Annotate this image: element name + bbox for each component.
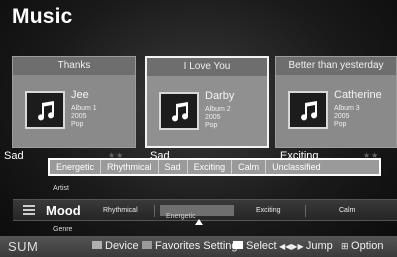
sum-label: SUM [8,239,39,254]
option-hint[interactable]: ⊞ Option [341,240,383,252]
mood-option[interactable]: Energetic [50,160,102,174]
music-note-icon [25,91,65,129]
jump-hint[interactable]: ◀◀▶▶ Jump [279,240,333,252]
list-icon [23,205,35,217]
category-genre[interactable]: Genre [53,226,72,233]
mood-filter-item[interactable]: Calm [339,207,355,214]
mood-option[interactable]: Exciting [188,160,233,174]
divider [154,205,155,217]
favorites-hint[interactable]: Favorites Setting [142,240,238,252]
category-mood: Mood [46,203,81,218]
mood-filter-selected[interactable]: Energetic [160,205,234,220]
song-meta: Album 3 2005 Pop [334,105,360,128]
music-note-icon [288,91,328,129]
music-note-icon [159,92,199,130]
rewind-forward-icon: ◀◀▶▶ [279,242,306,251]
footer-bar: SUM Device Favorites Setting Select ◀◀▶▶… [0,236,397,257]
green-key-icon [142,241,152,249]
music-card[interactable]: Better than yesterday Catherine Album 3 … [275,56,397,148]
red-key-icon [92,241,102,249]
mood-option[interactable]: Sad [159,160,188,174]
enter-key-icon [233,241,243,249]
song-meta: Album 1 2005 Pop [71,105,97,128]
mood-option[interactable]: Unclassified [266,160,327,174]
category-artist[interactable]: Artist [53,185,69,192]
mood-option[interactable]: Rhythmical [101,160,159,174]
select-hint[interactable]: Select [233,240,277,252]
song-title: Better than yesterday [276,57,396,75]
music-card-selected[interactable]: I Love You Darby Album 2 2005 Pop [145,56,269,148]
song-meta: Album 2 2005 Pop [205,106,231,129]
artist-name: Darby [205,90,235,102]
artist-name: Catherine [334,89,382,101]
song-title: I Love You [147,58,267,76]
mood-category-bar[interactable]: Mood Rhythmical Energetic Exciting Calm [13,199,397,221]
device-hint[interactable]: Device [92,240,139,252]
mood-option[interactable]: Calm [232,160,267,174]
tools-icon: ⊞ [341,241,352,251]
mood-filter-item[interactable]: Rhythmical [103,207,138,214]
song-title: Thanks [13,57,135,75]
music-screen: Music Thanks Jee Album 1 2005 Pop I Love… [0,0,397,257]
card-mood-label: Sad [4,150,24,162]
cursor-up-arrow-icon [195,219,203,225]
artist-name: Jee [71,89,89,101]
divider [305,205,306,217]
mood-filter-item[interactable]: Exciting [256,207,281,214]
page-title: Music [12,5,73,28]
music-card[interactable]: Thanks Jee Album 1 2005 Pop [12,56,136,148]
mood-selector-popup: Energetic Rhythmical Sad Exciting Calm U… [48,158,381,176]
